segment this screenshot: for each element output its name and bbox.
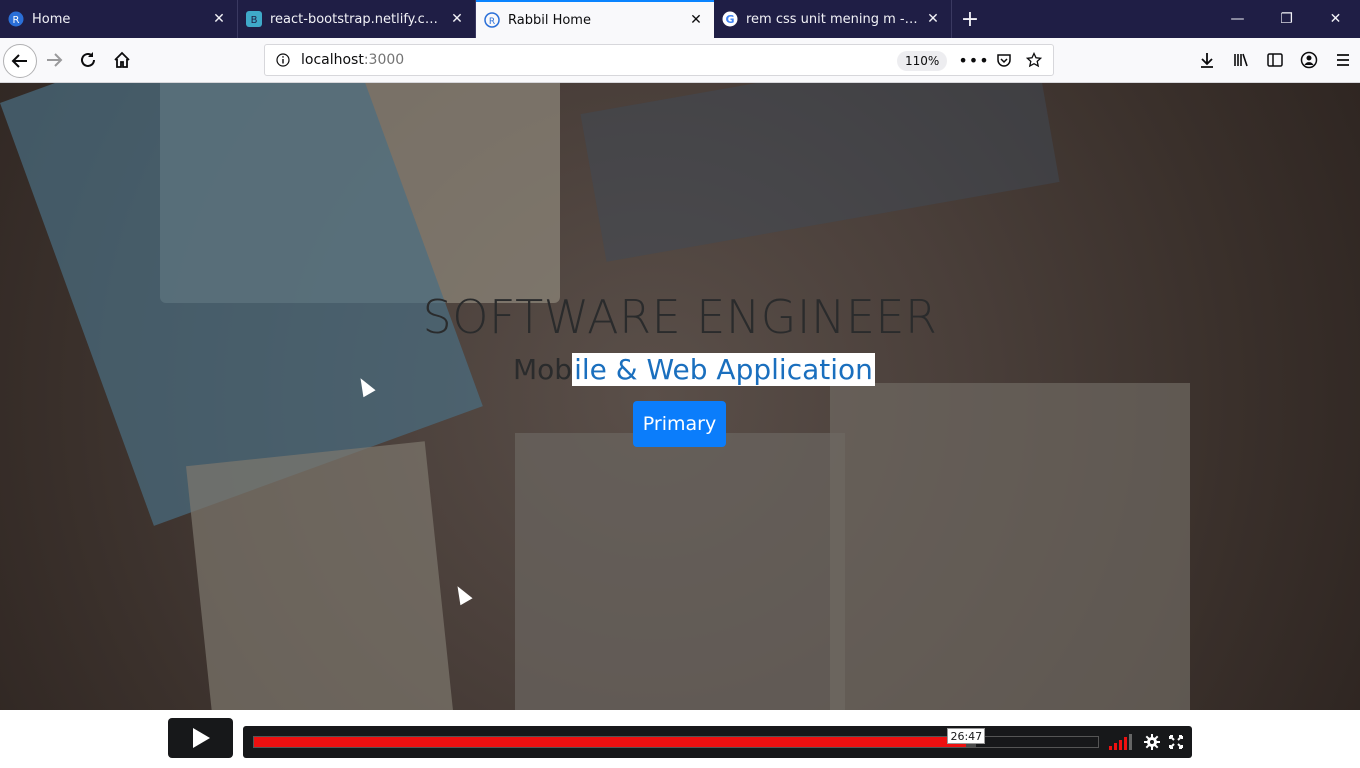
hero-subtitle: Mobile & Web Application	[513, 353, 875, 386]
background-open-book-image	[830, 383, 1190, 710]
fullscreen-icon[interactable]	[1166, 732, 1186, 752]
progress-track[interactable]: 26:47	[253, 728, 1099, 748]
new-tab-button[interactable]: +	[952, 0, 988, 38]
svg-text:R: R	[13, 15, 20, 26]
close-window-icon[interactable]: ✕	[1311, 0, 1360, 38]
volume-bar[interactable]	[1114, 743, 1117, 750]
timecode-tooltip: 26:47	[947, 728, 986, 744]
sidebar-icon[interactable]	[1258, 44, 1292, 76]
svg-text:G: G	[725, 13, 734, 26]
google-favicon-icon: G	[722, 11, 738, 27]
close-icon[interactable]: ✕	[449, 11, 465, 27]
close-icon[interactable]: ✕	[925, 11, 941, 27]
close-icon[interactable]: ✕	[688, 12, 704, 28]
played-bar	[254, 737, 967, 747]
mouse-cursor-icon	[451, 582, 473, 606]
url-actions: •••	[958, 45, 1049, 75]
subtitle-unselected: Mob	[513, 353, 573, 386]
window-controls: — ❐ ✕	[1213, 0, 1360, 38]
volume-control[interactable]	[1109, 734, 1132, 750]
volume-bar[interactable]	[1124, 737, 1127, 750]
svg-text:B: B	[251, 15, 258, 26]
tab-rabbil-home[interactable]: R Rabbil Home ✕	[476, 0, 714, 38]
restore-icon[interactable]: ❐	[1262, 0, 1311, 38]
minimize-icon[interactable]: —	[1213, 0, 1262, 38]
pocket-icon[interactable]	[989, 52, 1019, 68]
tab-title: Rabbil Home	[508, 12, 591, 28]
url-bar[interactable]: localhost:3000 110% •••	[264, 44, 1054, 76]
rabbil-favicon-icon: R	[484, 12, 500, 28]
player-controls: 26:47	[243, 726, 1192, 758]
tab-home[interactable]: R Home ✕	[0, 0, 238, 38]
tab-title: rem css unit mening m - Google	[746, 11, 919, 27]
bookmark-star-icon[interactable]	[1019, 52, 1049, 68]
subtitle-selected-text: ile & Web Application	[572, 353, 875, 386]
tab-google-search[interactable]: G rem css unit mening m - Google ✕	[714, 0, 952, 38]
page-actions-icon[interactable]: •••	[958, 51, 989, 70]
tab-strip: R Home ✕ B react-bootstrap.netlify.com/c…	[0, 0, 1360, 38]
navigation-toolbar: localhost:3000 110% •••	[0, 38, 1360, 83]
hero-section: SOFTWARE ENGINEER Mobile & Web Applicati…	[0, 83, 1360, 710]
volume-bar[interactable]	[1109, 746, 1112, 750]
toolbar-right	[1190, 44, 1360, 76]
tab-title: react-bootstrap.netlify.com/com	[270, 11, 443, 27]
primary-button[interactable]: Primary	[633, 401, 726, 447]
reload-button[interactable]	[72, 44, 104, 76]
tab-react-bootstrap[interactable]: B react-bootstrap.netlify.com/com ✕	[238, 0, 476, 38]
menu-icon[interactable]	[1326, 44, 1360, 76]
url-host: localhost	[301, 52, 364, 68]
back-button[interactable]	[3, 44, 37, 78]
account-icon[interactable]	[1292, 44, 1326, 76]
settings-gear-icon[interactable]	[1142, 732, 1162, 752]
zoom-indicator[interactable]: 110%	[897, 51, 948, 71]
forward-button[interactable]	[38, 44, 70, 76]
tab-title: Home	[32, 11, 71, 27]
svg-text:R: R	[489, 17, 495, 27]
bootstrap-favicon-icon: B	[246, 11, 262, 27]
url-port: :3000	[363, 52, 405, 68]
url-text: localhost:3000	[301, 52, 404, 68]
background-notepad-image	[186, 441, 454, 710]
info-icon[interactable]	[265, 53, 301, 67]
background-logos-paper-image	[515, 433, 845, 710]
close-icon[interactable]: ✕	[211, 11, 227, 27]
volume-bar[interactable]	[1129, 734, 1132, 750]
play-button[interactable]	[168, 718, 233, 758]
rabbil-favicon-icon: R	[8, 11, 24, 27]
hero-title: SOFTWARE ENGINEER	[422, 290, 938, 344]
background-books-image	[580, 83, 1060, 262]
home-button[interactable]	[106, 44, 138, 76]
download-icon[interactable]	[1190, 44, 1224, 76]
library-icon[interactable]	[1224, 44, 1258, 76]
video-player-bar: 26:47	[0, 710, 1360, 768]
volume-bar[interactable]	[1119, 740, 1122, 750]
